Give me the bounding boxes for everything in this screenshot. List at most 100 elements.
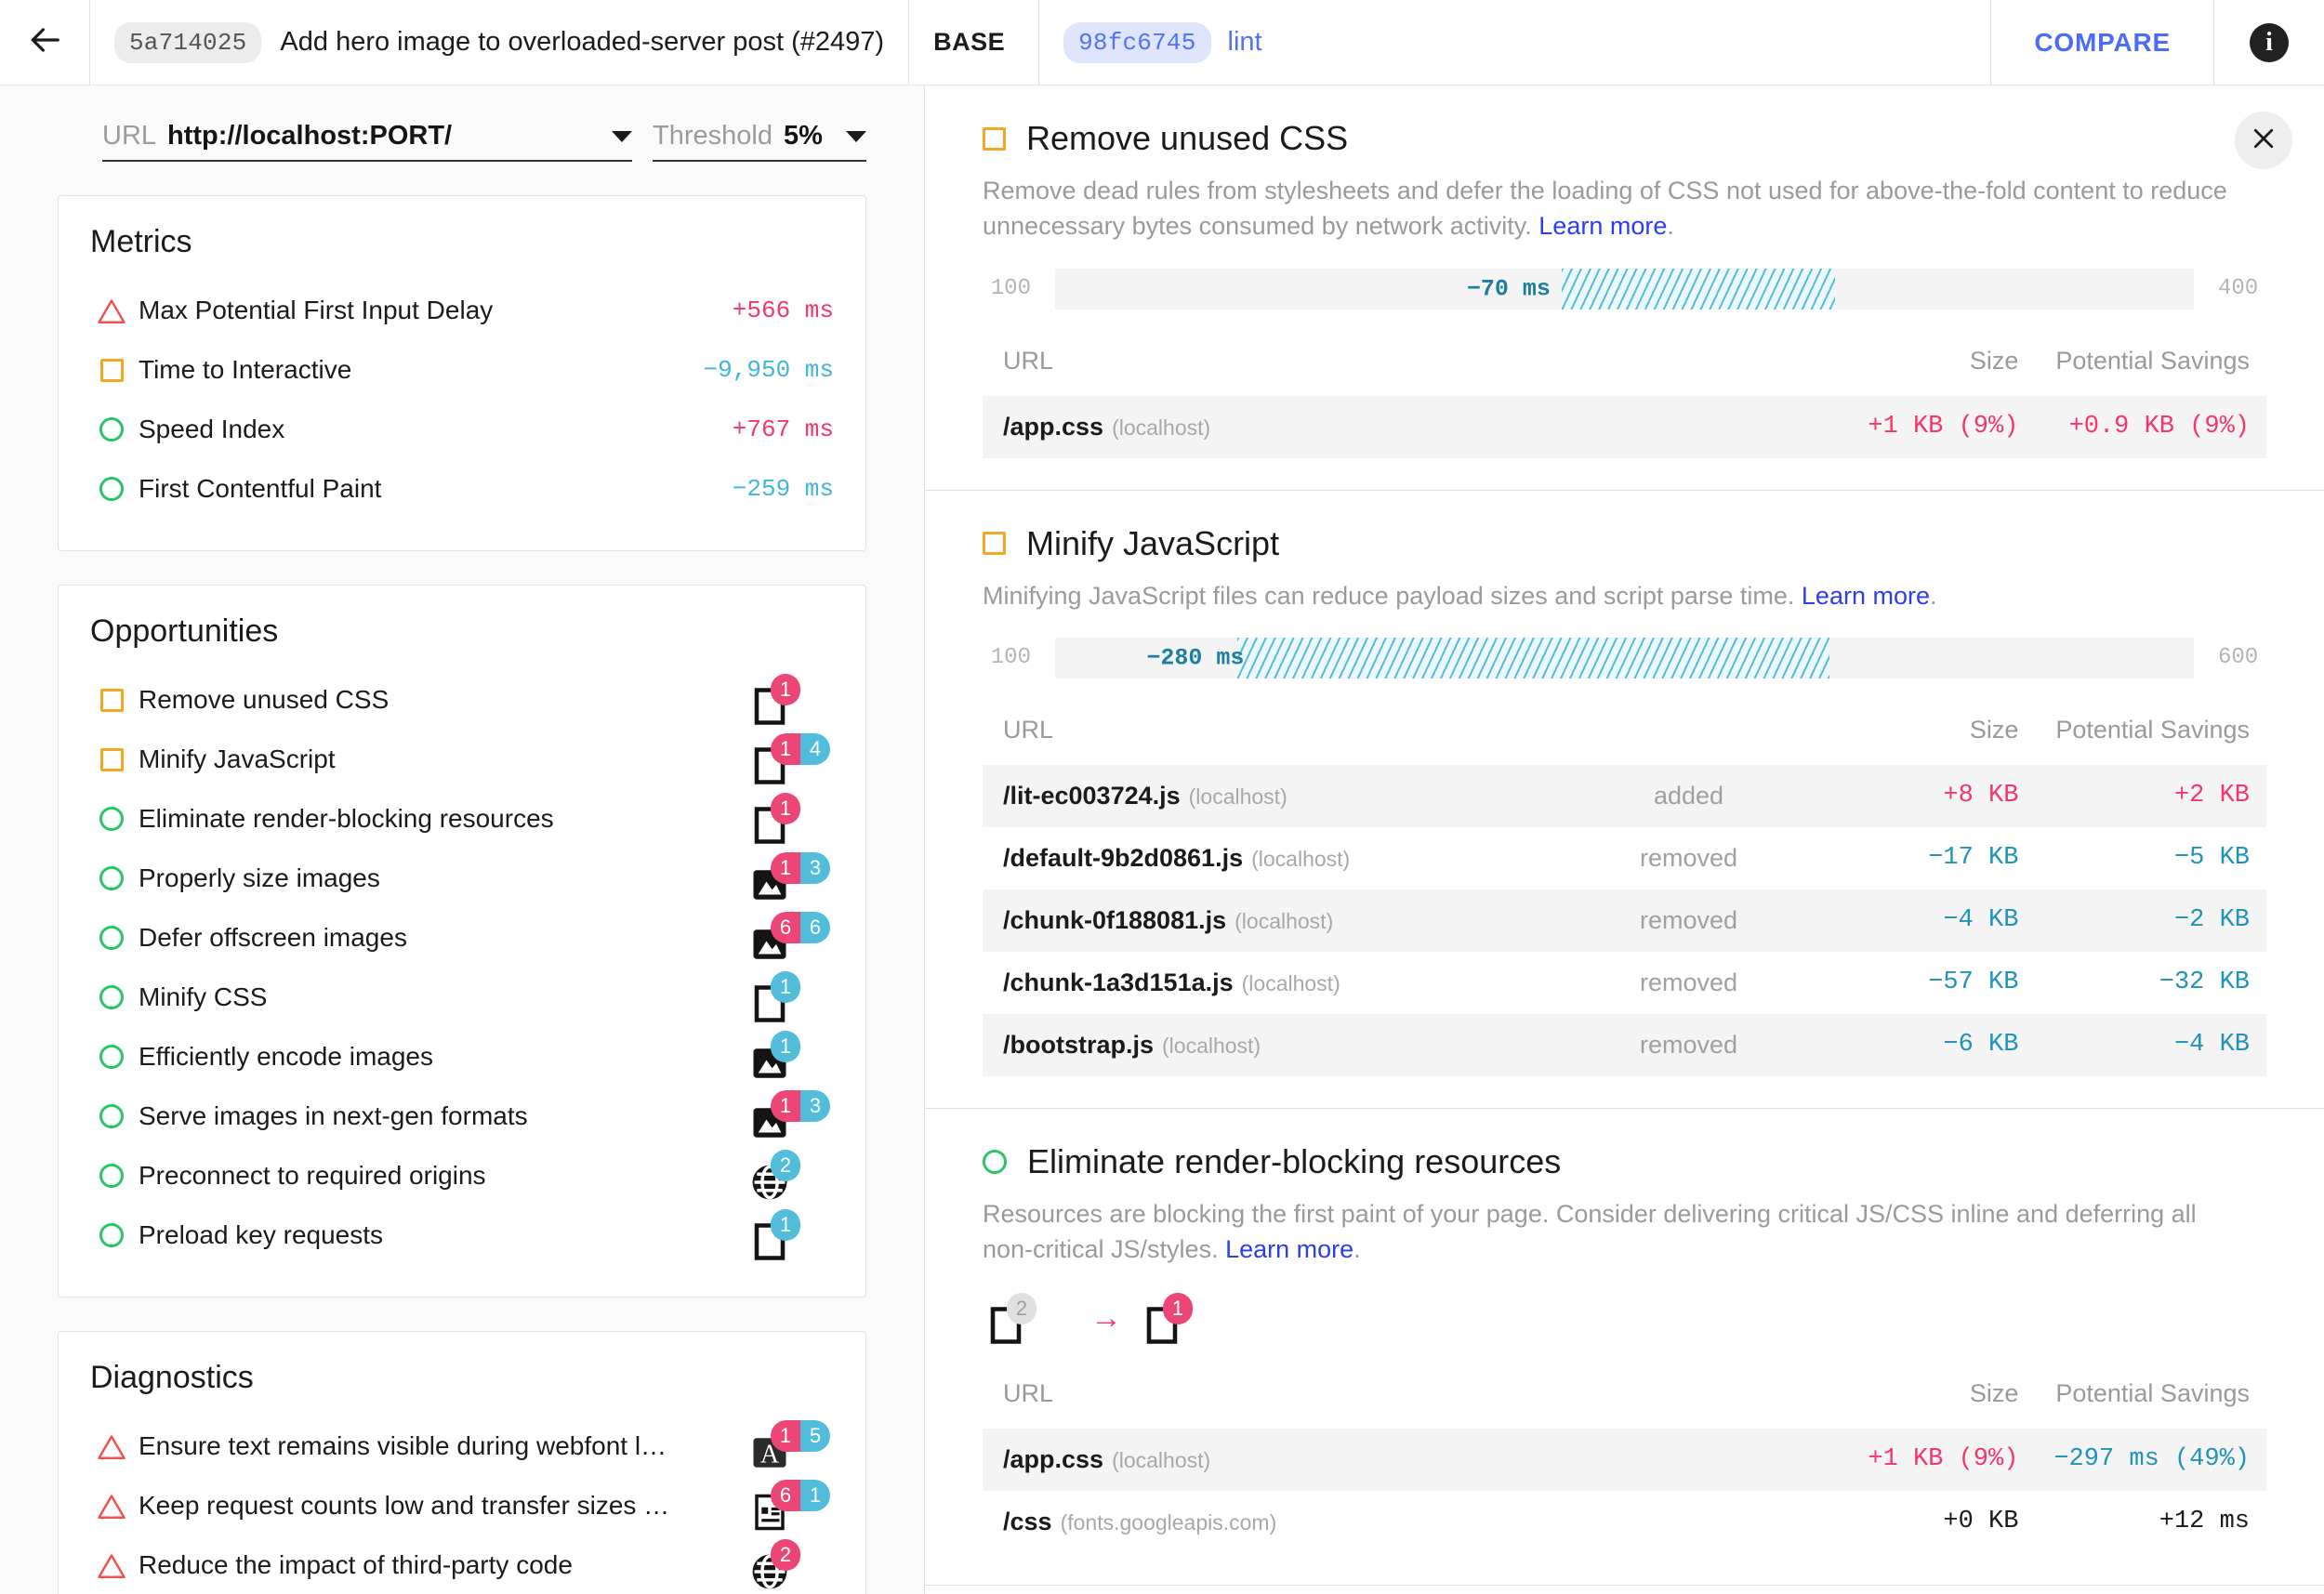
opportunity-row[interactable]: Remove unused CSS 1 (90, 670, 834, 730)
table-header-row: URL Size Potential Savings (983, 1370, 2266, 1429)
header-size: Size (1969, 346, 2019, 375)
audit-badge-group: 66 (750, 912, 834, 964)
cell-state (1573, 1491, 1804, 1553)
cell-url: /css (fonts.googleapis.com) (983, 1491, 1573, 1553)
metric-row[interactable]: Time to Interactive −9,950 ms (90, 340, 834, 400)
opportunities-title: Opportunities (90, 613, 279, 649)
audit-badge-group: A15 (750, 1420, 834, 1472)
badge-count: 1 (771, 852, 800, 884)
compare-commit-segment[interactable]: 98fc6745 lint (1038, 0, 1990, 85)
cell-url: /bootstrap.js (localhost) (983, 1013, 1574, 1076)
audit-status-icon (90, 1104, 133, 1128)
badge-pill: 66 (771, 912, 830, 943)
metric-value: +566 ms (732, 296, 834, 324)
cell-savings: +2 KB (2035, 764, 2266, 827)
compare-button[interactable]: COMPARE (2034, 28, 2171, 58)
header-state (1573, 1370, 1804, 1429)
table-row[interactable]: /css (fonts.googleapis.com) +0 KB +12 ms (983, 1491, 2266, 1553)
learn-more-link[interactable]: Learn more (1538, 212, 1667, 240)
info-icon[interactable]: i (2250, 22, 2289, 62)
learn-more-link[interactable]: Learn more (1225, 1235, 1353, 1263)
chart-track: −70 ms (1055, 268, 2194, 310)
close-button[interactable] (2235, 112, 2292, 169)
pass-circle-icon (99, 1164, 124, 1188)
audit-badge-group: 1 (750, 1209, 834, 1261)
learn-more-link[interactable]: Learn more (1802, 582, 1930, 610)
audit-description-text: Minifying JavaScript files can reduce pa… (983, 581, 1802, 610)
chart-value-label: −280 ms (1146, 644, 1245, 672)
resource-path: /app.css (1003, 1444, 1104, 1473)
audit-description: Remove dead rules from stylesheets and d… (983, 173, 2247, 244)
opportunity-row[interactable]: Serve images in next-gen formats 1 3 (90, 1087, 834, 1146)
opportunity-row[interactable]: Defer offscreen images 6 6 (90, 908, 834, 968)
diagnostic-row[interactable]: Ensure text remains visible during webfo… (90, 1416, 834, 1476)
badge-count: 1 (771, 793, 800, 824)
chart-track: −280 ms (1055, 637, 2194, 678)
metric-label: First Contentful Paint (139, 474, 382, 503)
cell-state: added (1573, 764, 1804, 827)
cell-size: +8 KB (1803, 764, 2036, 827)
audit-badge-group: 14 (750, 733, 834, 785)
badge-pill: 61 (771, 1480, 830, 1511)
metric-row[interactable]: Speed Index +767 ms (90, 400, 834, 459)
metric-status-icon (90, 417, 133, 441)
badge-pill: 1 (771, 674, 800, 705)
audit-badge-group: 2 (986, 1292, 1070, 1345)
audit-label: Properly size images (139, 863, 380, 892)
metric-value: −9,950 ms (703, 356, 834, 384)
audit-status-icon (90, 747, 133, 771)
badge-count: 1 (771, 971, 800, 1003)
chevron-down-icon (612, 130, 632, 142)
audit-badge-group: 1 (750, 1031, 834, 1083)
cell-state (1573, 1428, 1804, 1491)
diagnostic-row[interactable]: Keep request counts low and transfer siz… (90, 1476, 834, 1535)
opportunity-row[interactable]: Properly size images 1 3 (90, 849, 834, 908)
badge-pill: 13 (771, 1090, 830, 1122)
resource-host: (localhost) (1251, 846, 1351, 871)
cell-size: −4 KB (1803, 889, 2036, 952)
audit-description-text: Resources are blocking the first paint o… (983, 1199, 2197, 1264)
audit-label: Preconnect to required origins (139, 1161, 486, 1190)
audit-label: Keep request counts low and transfer siz… (139, 1491, 670, 1520)
audit-sections: Remove unused CSS Remove dead rules from … (925, 86, 2324, 1586)
table-row[interactable]: /app.css (localhost) +1 KB (9%) +0.9 KB (9%… (983, 395, 2266, 458)
table-row[interactable]: /chunk-0f188081.js (localhost) removed −4 K… (983, 889, 2266, 952)
cell-url: /lit-ec003724.js (localhost) (983, 764, 1574, 827)
audit-label: Preload key requests (139, 1220, 384, 1249)
table-row[interactable]: /bootstrap.js (localhost) removed −6 KB −4 K… (983, 1013, 2266, 1076)
opportunity-row[interactable]: Preconnect to required origins 2 (90, 1146, 834, 1205)
opportunity-row[interactable]: Eliminate render-blocking resources 1 (90, 789, 834, 849)
table-row[interactable]: /chunk-1a3d151a.js (localhost) removed −57 … (983, 952, 2266, 1014)
opportunity-row[interactable]: Efficiently encode images 1 (90, 1027, 834, 1087)
audit-status-icon (90, 985, 133, 1009)
pass-circle-icon (99, 807, 124, 831)
badge-pill: 1 (771, 793, 800, 824)
badge-count: 2 (771, 1539, 800, 1571)
audit-badge-group: 13 (750, 852, 834, 904)
metric-row[interactable]: First Contentful Paint −259 ms (90, 459, 834, 519)
compare-segment: COMPARE (1990, 0, 2213, 85)
table-row[interactable]: /default-9b2d0861.js (localhost) removed −1… (983, 827, 2266, 889)
audit-status-icon (90, 866, 133, 890)
table-row[interactable]: /app.css (localhost) +1 KB (9%) −297 ms (49… (983, 1428, 2266, 1491)
table-row[interactable]: /lit-ec003724.js (localhost) added +8 KB +2 … (983, 764, 2266, 827)
opportunity-row[interactable]: Preload key requests 1 (90, 1205, 834, 1265)
badge-pill: 1 (771, 1031, 800, 1062)
resource-host: (localhost) (1241, 970, 1340, 995)
url-select[interactable]: URL http://localhost:PORT/ (102, 121, 632, 162)
resource-host: (localhost) (1162, 1033, 1261, 1058)
audit-status-icon (90, 1045, 133, 1069)
metric-row[interactable]: Max Potential First Input Delay +566 ms (90, 281, 834, 340)
cell-size: −6 KB (1803, 1013, 2036, 1076)
cell-savings: −2 KB (2035, 889, 2266, 952)
base-commit-segment[interactable]: 5a714025 Add hero image to overloaded-se… (89, 0, 908, 85)
filter-bar: URL http://localhost:PORT/ Threshold 5% (0, 86, 924, 162)
compare-commit-hash[interactable]: 98fc6745 (1063, 21, 1211, 63)
back-button[interactable] (0, 0, 89, 85)
threshold-select[interactable]: Threshold 5% (653, 121, 866, 162)
opportunity-row[interactable]: Minify CSS 1 (90, 968, 834, 1027)
diagnostic-row[interactable]: Reduce the impact of third-party code 2 (90, 1535, 834, 1594)
base-commit-hash[interactable]: 5a714025 (114, 21, 262, 63)
audit-label: Efficiently encode images (139, 1042, 433, 1071)
opportunity-row[interactable]: Minify JavaScript 1 4 (90, 730, 834, 789)
